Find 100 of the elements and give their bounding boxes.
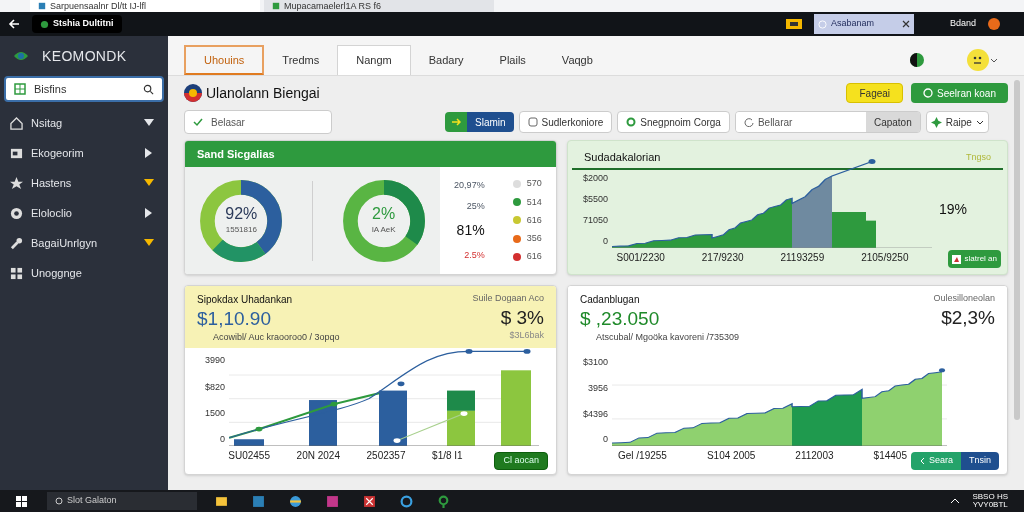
axis-label: Gel /19255 [618,449,667,464]
donut-value: 2% [372,205,396,222]
page-icon [272,2,280,10]
axis-label: 2502357 [366,449,406,464]
avatar-icon[interactable] [988,18,1000,30]
legend-value: 25% [466,199,485,213]
axis-label: 20N 2024 [296,449,340,464]
tab[interactable]: Plails [481,45,544,75]
axis-label: SU02455 [228,449,270,464]
tab[interactable]: Badary [410,45,482,75]
action-button[interactable]: Cl aocan [494,452,548,470]
axis-label: 217/9230 [701,250,744,265]
search-field[interactable]: Bellarar Capaton [734,111,921,133]
warning-button[interactable]: Fageai [846,83,904,103]
tab[interactable]: Uhouins [184,45,265,75]
legend-label: 514 [526,195,542,209]
dropdown-button[interactable]: Raipe [925,111,989,133]
circle-icon [923,88,934,98]
tab[interactable]: Tredms [264,45,338,75]
point [939,368,945,373]
point [460,411,468,417]
sidebar-item[interactable]: Hastens [0,168,168,198]
filter-button[interactable]: Snegpnoim Corga [617,111,730,133]
address-bar[interactable]: Stshia Dultitni [32,15,122,33]
refresh-icon [743,117,754,127]
amount-value: $1,10.90 [197,307,272,331]
site-icon [40,19,49,29]
square-icon [527,117,538,127]
axis-label: 2105/9250 [861,250,909,265]
legend-value: 20,97% [454,178,485,192]
axis-label: 1500 [204,408,225,418]
check-icon [193,117,203,127]
action-button[interactable]: slatrel an [947,250,1001,268]
window-icon[interactable] [252,494,265,508]
home-icon [10,116,23,130]
browser-tab[interactable]: Mupacamaelerl1A RS f6 [264,0,494,12]
filter-button[interactable]: Sudlerkoniore [518,111,613,133]
axis-label: $5500 [582,194,608,204]
search-field[interactable]: Bisfins [4,76,164,102]
grid-icon [14,83,26,95]
sidebar-item[interactable]: Nsitag [0,108,168,138]
segment-button[interactable]: Tnsin [961,452,999,470]
sidebar-item[interactable]: Eloloclio [0,198,168,228]
clock-text: YVY0BTL [972,501,1008,509]
bar [234,439,264,447]
input-field[interactable]: Belasar [184,110,332,134]
back-icon[interactable] [8,18,20,30]
card-subtitle: Atscubal/ Mgoöka kavoreni /735309 [595,330,740,344]
sidebar-item[interactable]: Unoggnge [0,258,168,288]
sidebar-item[interactable]: Ekogeorim [0,138,168,168]
axis-label: S001/2230 [616,250,665,265]
percent-value: $ 3% [500,305,544,330]
app-icon[interactable] [363,494,376,508]
tab[interactable]: Nangm [337,45,411,75]
point [393,438,401,444]
axis-label: 71050 [582,215,608,225]
search-button[interactable]: Capaton [865,112,920,132]
arrow-icon [451,118,461,126]
point [330,402,338,407]
scrollbar[interactable] [1014,80,1020,420]
point [397,381,405,387]
axis-label: $2000 [582,173,608,183]
wrench-icon [10,236,23,250]
sidebar-item[interactable]: BagaiUnrlgyn [0,228,168,258]
legend-label: 570 [526,177,542,191]
circle-icon [10,206,23,220]
user-avatar-icon[interactable] [966,48,998,72]
extension-icon[interactable] [785,18,802,30]
brand-name: KEOMONDK [42,46,127,66]
axis-label: $14405 [873,449,907,464]
logo-icon [184,84,202,102]
percent-value: $2,3% [941,305,995,330]
windows-icon[interactable] [16,495,27,507]
browser-tab[interactable]: Asabanam [813,14,914,34]
axis-label: 3990 [204,356,225,366]
axis-label: $3100 [582,358,608,368]
search-field[interactable]: Slot Galaton [47,492,197,510]
card-title: Sipokdax Uhadankan [197,293,294,307]
point [523,349,531,354]
toggle-icon[interactable] [910,53,924,67]
caret-down-icon [975,119,984,125]
legend-label: 616 [526,250,542,264]
legend-value: 2.5% [464,248,485,262]
primary-button[interactable]: Seelran koan [911,83,1008,103]
chevron-left-icon [918,457,925,465]
chevron-up-icon[interactable] [950,497,961,505]
user-name: Bdand [949,17,976,31]
card-title: Cadanblugan [580,293,641,307]
tab[interactable]: Vaqgb [543,45,611,75]
browser-tab[interactable]: Sarpuensaalnr Dl/tt IJ-lfl [30,0,260,12]
percent-value: 19% [938,200,967,219]
legend-value: 81% [456,221,485,241]
pin-icon[interactable] [437,494,450,508]
donut-value: 92% [225,205,258,222]
circle-icon[interactable] [400,494,413,508]
card-label: Oulesilloneolan [933,292,995,305]
close-icon[interactable] [901,20,910,28]
page-icon [38,2,46,10]
card-title: Sudadakalorian [584,150,661,165]
circle-icon [626,117,637,127]
